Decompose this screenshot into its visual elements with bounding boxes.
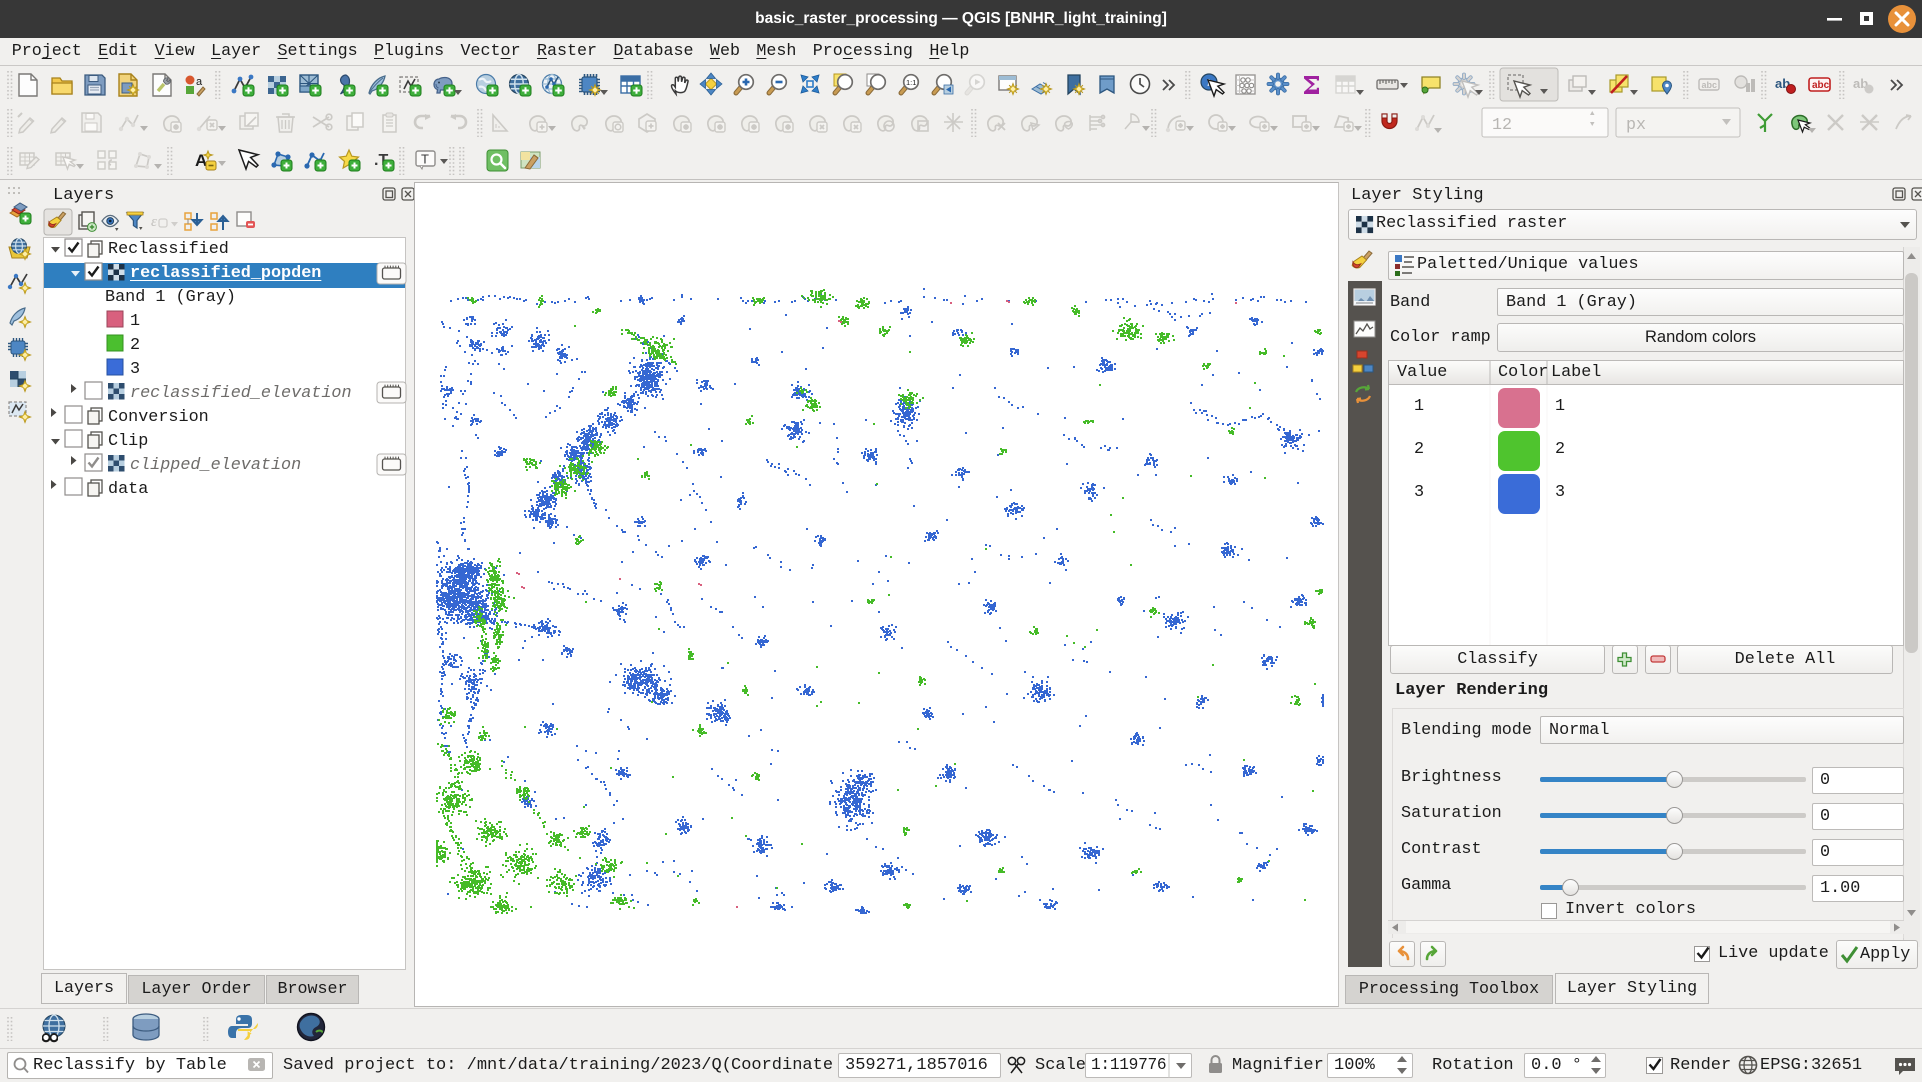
svg-text:ε: ε xyxy=(151,214,157,230)
svg-text:A: A xyxy=(195,151,207,170)
svg-text:abc: abc xyxy=(1702,80,1718,90)
svg-text:a: a xyxy=(196,76,203,88)
svg-text:12: 12 xyxy=(1492,116,1512,135)
svg-text:T: T xyxy=(421,152,429,167)
svg-text:abc: abc xyxy=(1812,80,1830,91)
svg-text:px: px xyxy=(1626,116,1646,135)
svg-text:1:1: 1:1 xyxy=(906,78,916,87)
